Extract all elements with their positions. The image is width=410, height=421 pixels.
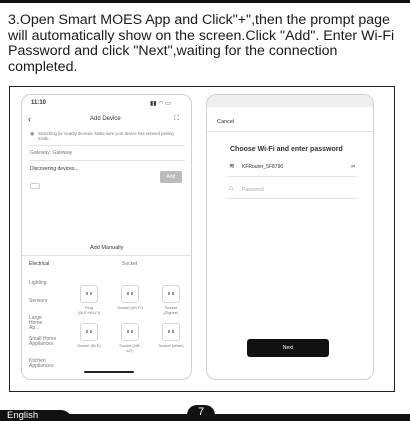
divider: [227, 176, 357, 177]
socket-icon[interactable]: [162, 323, 180, 341]
device-label: Socket (BLE): [77, 343, 101, 348]
category-electrical[interactable]: Electrical: [29, 261, 49, 267]
lock-icon: ⌂: [229, 185, 234, 192]
password-input[interactable]: Password: [242, 187, 264, 193]
divider: [30, 145, 185, 146]
category-lighting[interactable]: Lighting: [29, 280, 47, 286]
divider: [227, 198, 357, 199]
add-button[interactable]: Add: [160, 171, 182, 183]
status-bar: [207, 95, 373, 107]
phone-add-device: 11:10 ▮▮ ◠ ▭ ‹ Add Device ⛶ ◉ Searching …: [21, 94, 192, 380]
category-kitchen[interactable]: Kitchen Appliances: [29, 359, 57, 369]
socket-icon[interactable]: [162, 285, 180, 303]
top-bar: [0, 0, 410, 3]
page-title: Add Device: [90, 116, 121, 122]
wifi-icon: ≋: [229, 163, 235, 170]
socket-icon[interactable]: [80, 323, 98, 341]
page-number: 7: [187, 405, 215, 419]
back-icon[interactable]: ‹: [28, 114, 31, 124]
ssid-field[interactable]: KFRouter_5F8796: [242, 164, 283, 170]
device-label: Socket (Wi-Fi): [117, 305, 143, 310]
status-time: 11:10: [31, 100, 47, 106]
divider: [22, 255, 191, 256]
scan-icon[interactable]: ⛶: [174, 115, 179, 123]
next-button[interactable]: Next: [247, 339, 329, 357]
socket-icon[interactable]: [121, 323, 139, 341]
divider: [207, 131, 373, 132]
socket-icon[interactable]: [121, 285, 139, 303]
plug-icon[interactable]: [80, 285, 98, 303]
category-large-home[interactable]: Large Home Ap...: [29, 316, 53, 331]
socket-header: Socket: [122, 261, 138, 267]
language-tab: English: [0, 410, 72, 421]
phone-wifi-setup: Cancel Choose Wi-Fi and enter password ≋…: [206, 94, 374, 380]
language-label: English: [7, 410, 39, 421]
category-sensors[interactable]: Sensors: [29, 298, 47, 304]
gateway-label[interactable]: Gateway: Gateway: [30, 150, 72, 156]
pairing-notice: Searching for nearby devices. Make sure …: [38, 131, 174, 141]
discovering-label: Discovering devices...: [30, 166, 79, 172]
device-label: Socket (Zigbee): [163, 305, 179, 315]
home-indicator: [84, 371, 134, 373]
category-small-home[interactable]: Small Home Appliances: [29, 337, 57, 347]
device-label: Socket (NB-IoT): [119, 343, 141, 353]
status-icons: ▮▮ ◠ ▭: [150, 101, 171, 107]
cancel-button[interactable]: Cancel: [217, 119, 234, 125]
device-placeholder: [30, 183, 40, 189]
switch-wifi-icon[interactable]: ⇄: [351, 164, 355, 170]
instruction-text: 3.Open Smart MOES App and Click"+",then …: [8, 12, 395, 75]
wifi-heading: Choose Wi-Fi and enter password: [230, 146, 343, 153]
info-icon: ◉: [30, 131, 35, 137]
device-label: Plug (BLE+Wi-Fi): [78, 305, 100, 315]
divider: [30, 160, 185, 161]
device-label: Socket (other): [158, 343, 184, 348]
add-manually-title: Add Manually: [90, 245, 124, 251]
